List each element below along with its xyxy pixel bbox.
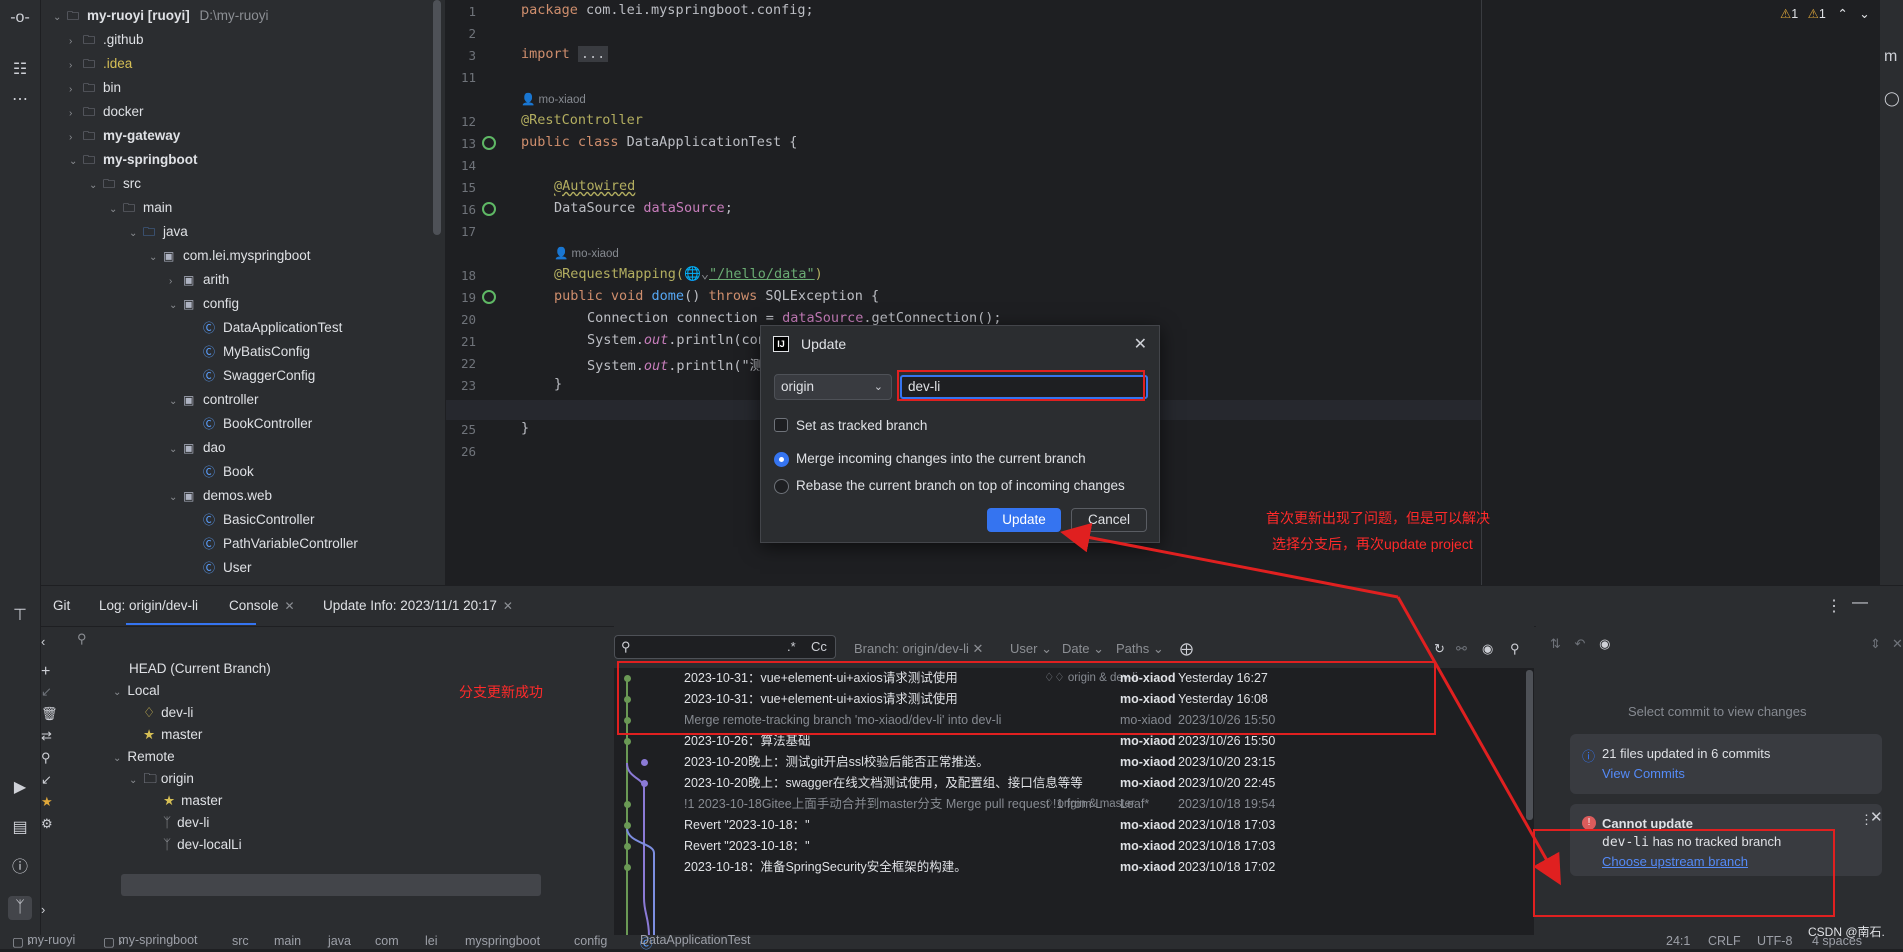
breadcrumb-item: my-springboot <box>118 933 198 947</box>
breadcrumb-item[interactable]: java <box>328 934 351 948</box>
breadcrumb-item[interactable]: config <box>574 934 607 948</box>
watermark: CSDN @南石. <box>1808 925 1885 939</box>
breadcrumb-item[interactable]: main <box>274 934 301 948</box>
breadcrumb-item[interactable]: src <box>232 934 249 948</box>
status-bar: ▢ my-ruoyi › ▢ my-springboot › src main … <box>0 925 1903 951</box>
breadcrumb-item[interactable]: com <box>375 934 399 948</box>
caret-position[interactable]: 24:1 <box>1666 934 1690 948</box>
annotation-arrows <box>1060 522 1561 886</box>
breadcrumb[interactable]: ▢ my-springboot › <box>103 933 198 949</box>
breadcrumb-item[interactable]: lei <box>425 934 438 948</box>
breadcrumb-item: my-ruoyi <box>27 933 76 947</box>
breadcrumb-item: DataApplicationTest <box>640 933 751 947</box>
breadcrumb[interactable]: ▢ my-ruoyi › <box>12 933 75 949</box>
file-encoding[interactable]: UTF-8 <box>1757 934 1792 948</box>
breadcrumb-item[interactable]: myspringboot <box>465 934 540 948</box>
line-separator[interactable]: CRLF <box>1708 934 1741 948</box>
